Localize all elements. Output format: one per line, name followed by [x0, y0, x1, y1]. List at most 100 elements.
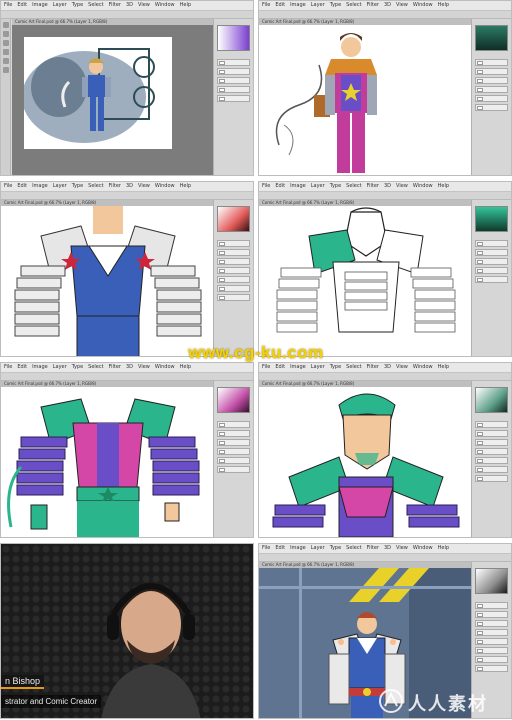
menu-image[interactable]: Image — [32, 182, 48, 191]
menu-help[interactable]: Help — [438, 363, 449, 372]
menu-image[interactable]: Image — [290, 182, 306, 191]
menu-edit[interactable]: Edit — [17, 182, 27, 191]
layer-row[interactable] — [475, 276, 508, 283]
color-picker[interactable] — [475, 25, 508, 51]
panel-7-video[interactable]: n Bishop strator and Comic Creator — [0, 543, 254, 719]
eraser-tool-icon[interactable] — [2, 58, 9, 64]
menu-view[interactable]: View — [396, 363, 408, 372]
menu-window[interactable]: Window — [413, 363, 433, 372]
menu-file[interactable]: File — [262, 363, 270, 372]
menu-file[interactable]: File — [262, 1, 270, 10]
menu-view[interactable]: View — [396, 544, 408, 553]
menu-filter[interactable]: Filter — [109, 363, 121, 372]
layer-row[interactable] — [475, 430, 508, 437]
layer-row[interactable] — [217, 466, 250, 473]
menu-file[interactable]: File — [262, 182, 270, 191]
menu-3d[interactable]: 3D — [384, 182, 391, 191]
menu-3d[interactable]: 3D — [126, 1, 133, 10]
menu-window[interactable]: Window — [155, 182, 175, 191]
layer-row[interactable] — [217, 439, 250, 446]
layer-row[interactable] — [475, 475, 508, 482]
menu-window[interactable]: Window — [413, 1, 433, 10]
layer-row[interactable] — [217, 68, 250, 75]
layer-row[interactable] — [217, 249, 250, 256]
menu-layer[interactable]: Layer — [311, 363, 325, 372]
menu-type[interactable]: Type — [72, 1, 83, 10]
menu-type[interactable]: Type — [72, 182, 83, 191]
menu-file[interactable]: File — [262, 544, 270, 553]
layer-row[interactable] — [475, 665, 508, 672]
menu-select[interactable]: Select — [346, 544, 361, 553]
menu-filter[interactable]: Filter — [367, 363, 379, 372]
menu-image[interactable]: Image — [290, 363, 306, 372]
layer-row[interactable] — [475, 68, 508, 75]
layer-row[interactable] — [217, 430, 250, 437]
menu-file[interactable]: File — [4, 182, 12, 191]
menu-layer[interactable]: Layer — [311, 182, 325, 191]
menu-help[interactable]: Help — [438, 1, 449, 10]
menu-layer[interactable]: Layer — [311, 1, 325, 10]
menu-view[interactable]: View — [138, 182, 150, 191]
menu-edit[interactable]: Edit — [17, 363, 27, 372]
color-picker[interactable] — [475, 206, 508, 232]
menu-window[interactable]: Window — [155, 363, 175, 372]
layer-row[interactable] — [475, 656, 508, 663]
menu-layer[interactable]: Layer — [311, 544, 325, 553]
layer-row[interactable] — [475, 104, 508, 111]
layer-row[interactable] — [475, 258, 508, 265]
menu-select[interactable]: Select — [346, 1, 361, 10]
menu-layer[interactable]: Layer — [53, 182, 67, 191]
menu-3d[interactable]: 3D — [126, 182, 133, 191]
layer-row[interactable] — [475, 421, 508, 428]
layer-row[interactable] — [475, 267, 508, 274]
layer-row[interactable] — [217, 95, 250, 102]
layer-row[interactable] — [217, 285, 250, 292]
menu-type[interactable]: Type — [330, 544, 341, 553]
fill-tool-icon[interactable] — [2, 67, 9, 73]
menu-window[interactable]: Window — [413, 182, 433, 191]
document-tab[interactable]: Comic Art Final.psd @ 66.7% (Layer 1, RG… — [12, 19, 213, 25]
menu-filter[interactable]: Filter — [109, 1, 121, 10]
menu-help[interactable]: Help — [180, 1, 191, 10]
menu-file[interactable]: File — [4, 363, 12, 372]
menu-3d[interactable]: 3D — [126, 363, 133, 372]
layer-row[interactable] — [217, 267, 250, 274]
menu-image[interactable]: Image — [32, 1, 48, 10]
menu-select[interactable]: Select — [88, 182, 103, 191]
menu-type[interactable]: Type — [72, 363, 83, 372]
layer-row[interactable] — [475, 86, 508, 93]
menu-type[interactable]: Type — [330, 182, 341, 191]
layer-row[interactable] — [217, 258, 250, 265]
menu-layer[interactable]: Layer — [53, 363, 67, 372]
layer-row[interactable] — [217, 448, 250, 455]
menu-edit[interactable]: Edit — [275, 363, 285, 372]
layer-row[interactable] — [475, 240, 508, 247]
menu-filter[interactable]: Filter — [367, 1, 379, 10]
layer-row[interactable] — [475, 620, 508, 627]
menu-help[interactable]: Help — [180, 182, 191, 191]
move-tool-icon[interactable] — [2, 22, 9, 28]
color-picker[interactable] — [475, 568, 508, 594]
menu-edit[interactable]: Edit — [275, 544, 285, 553]
menu-type[interactable]: Type — [330, 1, 341, 10]
menu-type[interactable]: Type — [330, 363, 341, 372]
menu-layer[interactable]: Layer — [53, 1, 67, 10]
menu-edit[interactable]: Edit — [275, 1, 285, 10]
layer-row[interactable] — [475, 466, 508, 473]
menu-edit[interactable]: Edit — [275, 182, 285, 191]
lasso-tool-icon[interactable] — [2, 40, 9, 46]
menu-3d[interactable]: 3D — [384, 1, 391, 10]
layer-row[interactable] — [217, 59, 250, 66]
layer-row[interactable] — [217, 294, 250, 301]
layer-row[interactable] — [475, 249, 508, 256]
menu-view[interactable]: View — [396, 1, 408, 10]
layer-row[interactable] — [475, 95, 508, 102]
layer-row[interactable] — [475, 611, 508, 618]
menu-image[interactable]: Image — [290, 544, 306, 553]
layer-row[interactable] — [217, 86, 250, 93]
menu-help[interactable]: Help — [438, 182, 449, 191]
menu-select[interactable]: Select — [88, 1, 103, 10]
menu-window[interactable]: Window — [155, 1, 175, 10]
menu-select[interactable]: Select — [346, 182, 361, 191]
layer-row[interactable] — [475, 59, 508, 66]
